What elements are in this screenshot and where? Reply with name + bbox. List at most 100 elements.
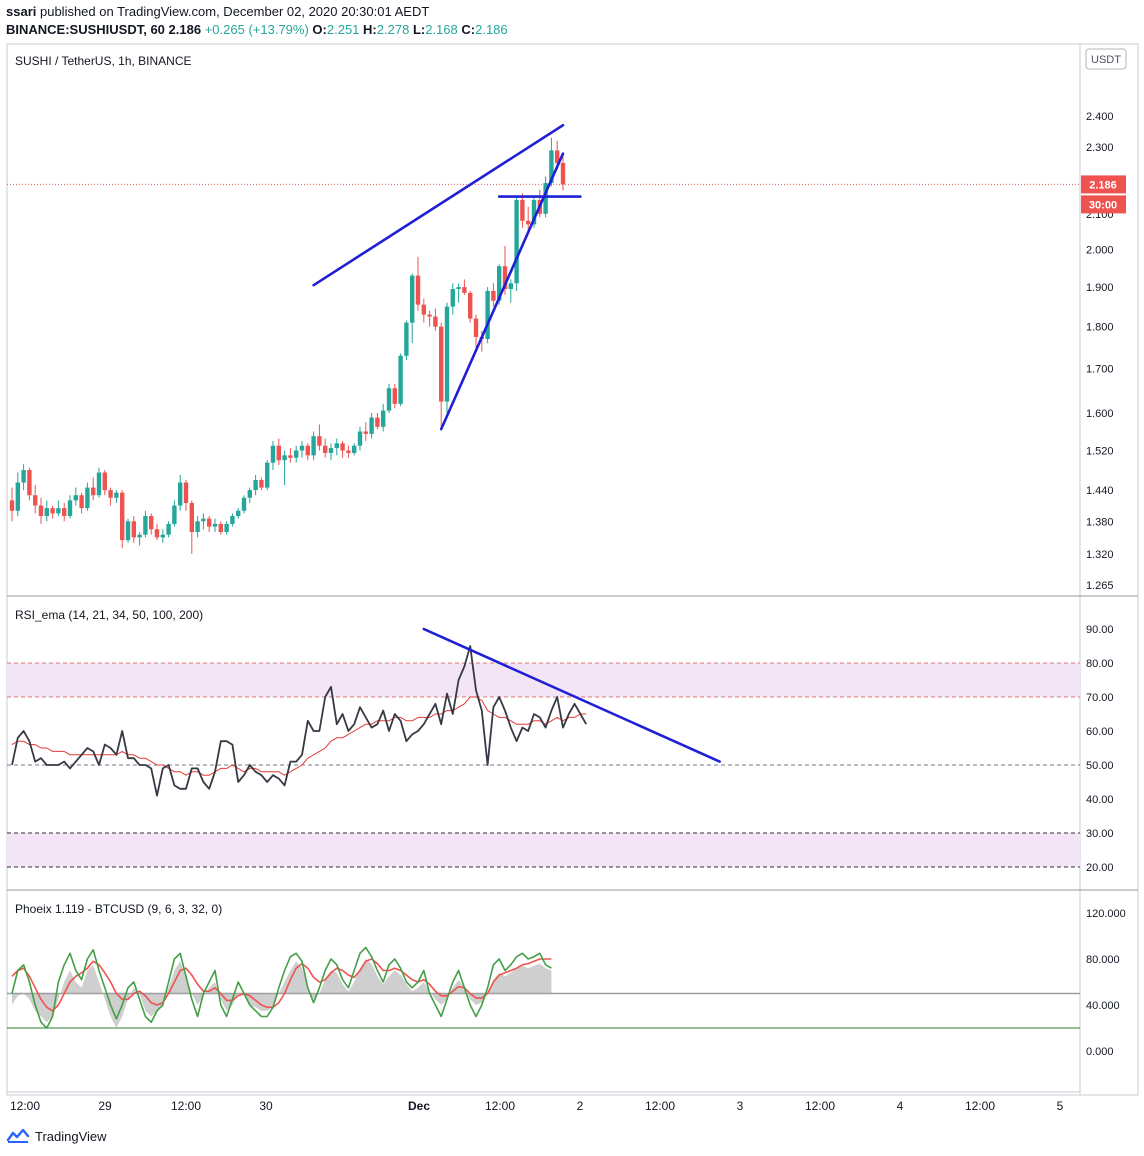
candle-body — [67, 500, 73, 516]
candle-body — [328, 448, 334, 453]
phoeix-tick-label: 40.000 — [1086, 1000, 1120, 1012]
candle-body — [178, 482, 183, 506]
candle-body — [172, 505, 177, 524]
tradingview-logo-icon — [6, 1128, 30, 1143]
candle-body — [352, 445, 357, 453]
candle-body — [9, 500, 15, 511]
candle-body — [21, 470, 26, 483]
countdown-label: 30:00 — [1089, 199, 1117, 211]
price-tick-label: 2.400 — [1086, 111, 1114, 123]
candle-body — [410, 275, 415, 323]
time-tick-label: 12:00 — [10, 1099, 40, 1113]
phoeix-tick-label: 80.000 — [1086, 954, 1120, 966]
price-tick-label: 1.700 — [1086, 364, 1114, 376]
price-tick-label: 1.380 — [1086, 516, 1114, 528]
candle-body — [485, 290, 490, 339]
time-tick-label: 29 — [98, 1099, 112, 1113]
candle-body — [282, 455, 287, 461]
rsi-pane-title: RSI_ema (14, 21, 34, 50, 100, 200) — [15, 608, 203, 622]
price-tick-label: 2.000 — [1086, 245, 1114, 257]
candle-body — [224, 523, 229, 532]
rsi-tick-label: 80.00 — [1086, 658, 1114, 670]
candle-body — [236, 510, 241, 516]
candle-body — [120, 492, 125, 541]
candle-body — [311, 436, 316, 456]
candle-body — [299, 445, 305, 451]
candle-body — [340, 443, 345, 451]
candle-body — [241, 497, 247, 511]
candle-body — [386, 388, 392, 411]
candle-body — [265, 462, 270, 488]
candle-body — [392, 388, 397, 404]
price-tick-label: 2.300 — [1086, 142, 1114, 154]
candle-body — [91, 487, 96, 496]
candle-body — [218, 523, 223, 532]
candle-body — [15, 482, 20, 511]
candle-body — [375, 417, 380, 427]
candle-body — [207, 518, 212, 527]
wedge-upper-trendline — [312, 123, 565, 287]
candle-body — [108, 490, 113, 498]
rsi-tick-label: 50.00 — [1086, 760, 1114, 772]
candle-body — [473, 318, 479, 337]
candle-body — [201, 518, 206, 522]
candle-body — [195, 521, 200, 532]
candle-body — [212, 523, 218, 527]
candle-body — [270, 445, 276, 463]
candle-body — [334, 443, 339, 449]
rsi-tick-label: 60.00 — [1086, 726, 1114, 738]
candle-body — [305, 445, 310, 456]
price-tick-label: 1.265 — [1086, 580, 1114, 592]
phoeix-tick-label: 120.000 — [1086, 908, 1126, 920]
candle-body — [294, 450, 299, 458]
candle-body — [160, 534, 165, 538]
phoeix-tick-label: 0.000 — [1086, 1046, 1114, 1058]
candle-body — [346, 450, 351, 453]
candle-body — [62, 508, 67, 516]
candle-body — [433, 316, 438, 327]
candle-body — [508, 283, 513, 290]
last-price-label: 2.186 — [1089, 179, 1117, 191]
candle-body — [44, 508, 49, 516]
rsi-tick-label: 40.00 — [1086, 794, 1114, 806]
rsi-tick-label: 30.00 — [1086, 828, 1114, 840]
candle-body — [27, 470, 32, 496]
candle-body — [560, 162, 566, 185]
candle-body — [491, 290, 496, 301]
candle-body — [381, 410, 386, 427]
candle-body — [125, 521, 131, 541]
chart-canvas[interactable]: SUSHI / TetherUS, 1h, BINANCE USDT 2.400 2.… — [0, 0, 1144, 1124]
candle-body — [143, 515, 148, 535]
rsi-tick-label: 70.00 — [1086, 692, 1114, 704]
candle-body — [247, 490, 252, 498]
footer-brand[interactable]: TradingView — [35, 1129, 107, 1144]
price-tick-label: 1.520 — [1086, 446, 1114, 458]
time-tick-label: 3 — [737, 1099, 744, 1113]
price-tick-label: 1.440 — [1086, 485, 1114, 497]
candle-body — [323, 445, 328, 453]
candle-body — [288, 455, 293, 458]
candle-body — [427, 314, 432, 317]
time-tick-label: Dec — [408, 1099, 430, 1113]
candle-body — [398, 355, 403, 404]
candle-body — [183, 482, 189, 503]
candle-body — [520, 199, 525, 221]
candle-body — [259, 480, 264, 488]
candle-body — [444, 306, 450, 402]
candle-body — [456, 287, 461, 290]
candle-body — [253, 480, 258, 491]
candle-body — [363, 431, 368, 434]
candle-body — [149, 515, 154, 530]
time-tick-label: 12:00 — [805, 1099, 835, 1113]
rsi-overbought-band — [7, 663, 1080, 697]
candle-body — [439, 326, 444, 402]
price-tick-label: 1.800 — [1086, 322, 1114, 334]
time-tick-label: 12:00 — [485, 1099, 515, 1113]
candle-body — [79, 495, 84, 509]
candle-body — [154, 529, 160, 538]
price-tick-label: 1.900 — [1086, 282, 1114, 294]
time-tick-label: 30 — [259, 1099, 273, 1113]
rsi-tick-label: 20.00 — [1086, 862, 1114, 874]
candle-body — [73, 495, 78, 501]
rsi-oversold-band — [7, 833, 1080, 867]
